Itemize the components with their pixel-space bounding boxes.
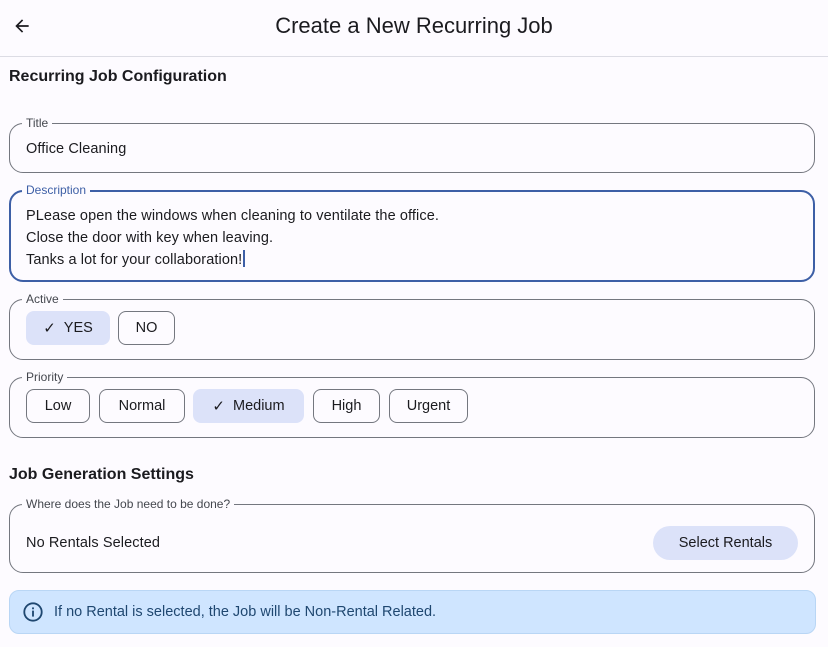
description-field[interactable]: Description PLease open the windows when…	[9, 183, 815, 282]
location-group: Where does the Job need to be done? No R…	[9, 497, 815, 573]
chip-label: NO	[135, 320, 158, 336]
check-icon: ✓	[43, 320, 56, 337]
active-yes-chip[interactable]: ✓ YES	[26, 311, 110, 345]
priority-low-chip[interactable]: Low	[26, 389, 90, 423]
active-no-chip[interactable]: NO	[118, 311, 175, 345]
location-value: No Rentals Selected	[26, 535, 161, 551]
priority-urgent-chip[interactable]: Urgent	[389, 389, 468, 423]
priority-label: Priority	[22, 370, 68, 384]
chip-label: Normal	[118, 398, 166, 414]
chip-label: YES	[63, 320, 93, 336]
title-field-value: Office Cleaning	[26, 141, 127, 157]
select-rentals-button[interactable]: Select Rentals	[653, 526, 798, 560]
active-group: Active ✓ YES NO	[9, 292, 815, 360]
check-icon: ✓	[212, 398, 225, 415]
title-field-label: Title	[22, 116, 53, 130]
text-caret	[243, 250, 246, 267]
chip-label: Low	[44, 398, 72, 414]
page-title: Create a New Recurring Job	[275, 13, 553, 38]
description-text: PLease open the windows when cleaning to…	[26, 205, 439, 271]
chip-label: High	[331, 398, 362, 414]
chip-label: Medium	[233, 398, 285, 414]
app-bar: Create a New Recurring Job	[0, 0, 828, 57]
title-field[interactable]: Title Office Cleaning	[9, 116, 815, 173]
description-line: PLease open the windows when cleaning to…	[26, 208, 440, 224]
priority-normal-chip[interactable]: Normal	[99, 389, 185, 423]
active-label: Active	[22, 292, 63, 306]
description-line: Close the door with key when leaving.	[26, 230, 274, 246]
priority-medium-chip[interactable]: ✓ Medium	[193, 389, 304, 423]
info-banner-text: If no Rental is selected, the Job will b…	[54, 604, 437, 620]
chip-label: Urgent	[406, 398, 451, 414]
location-label: Where does the Job need to be done?	[22, 497, 235, 511]
description-line: Tanks a lot for your collaboration!	[26, 252, 243, 268]
priority-high-chip[interactable]: High	[313, 389, 380, 423]
generation-section-title: Job Generation Settings	[9, 466, 194, 483]
priority-group: Priority Low Normal ✓ Medium High Urgent	[9, 370, 815, 438]
info-circle-icon	[22, 601, 44, 623]
info-banner: If no Rental is selected, the Job will b…	[9, 590, 816, 634]
description-field-label: Description	[22, 183, 91, 197]
back-button[interactable]	[8, 12, 36, 40]
arrow-left-icon	[15, 19, 29, 33]
config-section-title: Recurring Job Configuration	[9, 68, 227, 85]
